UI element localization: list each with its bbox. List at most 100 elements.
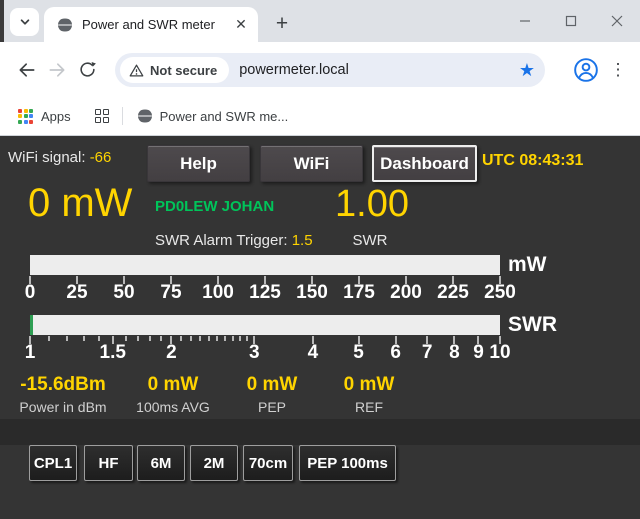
scale-label: 75: [160, 282, 181, 304]
security-chip-label: Not secure: [150, 63, 217, 78]
stat-dbm: -15.6dBm Power in dBm: [11, 374, 115, 415]
bookmark-item[interactable]: Power and SWR me...: [137, 108, 289, 124]
browser-tab[interactable]: Power and SWR meter ✕: [44, 7, 258, 42]
scale-label: 125: [249, 282, 281, 304]
help-button[interactable]: Help: [147, 145, 250, 182]
tick-mark: [137, 336, 139, 341]
swr-alarm-value: 1.5: [292, 232, 313, 249]
hf-button[interactable]: HF: [84, 445, 133, 481]
security-chip[interactable]: Not secure: [120, 57, 229, 83]
scale-label: 6: [390, 342, 401, 364]
power-labels: 0255075100125150175200225250: [30, 282, 500, 306]
tab-close-icon[interactable]: ✕: [232, 16, 250, 34]
70cm-button[interactable]: 70cm: [243, 445, 293, 481]
scale-label: 250: [484, 282, 516, 304]
wifi-signal-value: -66: [90, 149, 112, 166]
swr-alarm-label: SWR Alarm Trigger:: [155, 232, 288, 249]
stat-label: Power in dBm: [11, 399, 115, 415]
tick-mark: [125, 336, 127, 341]
2m-button[interactable]: 2M: [190, 445, 238, 481]
scale-label: 25: [66, 282, 87, 304]
swr-meter-fill: [30, 315, 33, 335]
scale-label: 10: [489, 342, 510, 364]
bookmark-title: Power and SWR me...: [160, 109, 289, 124]
power-swr-meter-page: WiFi signal: -66 Help WiFi Dashboard UTC…: [0, 136, 640, 519]
browser-toolbar: Not secure powermeter.local ★ ⋮: [0, 42, 640, 97]
tick-mark: [208, 336, 210, 341]
url-text: powermeter.local: [239, 62, 519, 78]
cpl1-button[interactable]: CPL1: [29, 445, 77, 481]
scale-label: 175: [343, 282, 375, 304]
new-tab-button[interactable]: +: [268, 10, 296, 38]
window-close-button[interactable]: [594, 0, 640, 42]
scale-label: 3: [249, 342, 260, 364]
back-arrow-icon: [17, 60, 37, 80]
power-meter-unit: mW: [508, 253, 547, 277]
globe-favicon-icon: [57, 17, 73, 33]
tab-title: Power and SWR meter: [82, 17, 232, 32]
scale-label: 4: [308, 342, 319, 364]
forward-arrow-icon: [47, 60, 67, 80]
stat-pep: 0 mW PEP: [220, 374, 324, 415]
scale-label: 7: [422, 342, 433, 364]
scale-label: 1.5: [100, 342, 126, 364]
tick-mark: [199, 336, 201, 341]
stat-label: REF: [317, 399, 421, 415]
globe-bookmark-icon: [137, 108, 153, 124]
reading-list-icon[interactable]: [95, 109, 109, 123]
tick-mark: [190, 336, 192, 341]
dashboard-button[interactable]: Dashboard: [372, 145, 477, 182]
callsign: PD0LEW JOHAN: [155, 198, 274, 215]
section-divider: [0, 419, 640, 445]
swr-labels: 11.52345678910: [30, 342, 500, 366]
apps-label[interactable]: Apps: [41, 109, 71, 124]
tick-mark: [232, 336, 234, 341]
reload-button[interactable]: [72, 55, 102, 85]
minimize-icon: [519, 15, 531, 27]
browser-menu-icon[interactable]: ⋮: [608, 56, 628, 84]
swr-meter-bar: [30, 315, 500, 335]
bookmark-star-icon[interactable]: ★: [519, 61, 535, 79]
stat-ref: 0 mW REF: [317, 374, 421, 415]
tick-mark: [216, 336, 218, 341]
browser-chrome: Power and SWR meter ✕ +: [0, 0, 640, 136]
tab-search-button[interactable]: [10, 8, 39, 36]
swr-readout-caption: SWR: [333, 232, 407, 249]
scale-label: 50: [113, 282, 134, 304]
power-readout: 0 mW: [28, 182, 132, 224]
apps-grid-icon[interactable]: [18, 109, 33, 124]
back-button[interactable]: [12, 55, 42, 85]
scale-label: 1: [25, 342, 36, 364]
chevron-down-icon: [19, 16, 31, 28]
bookmarks-bar: Apps Power and SWR me...: [0, 97, 640, 136]
tick-mark: [224, 336, 226, 341]
maximize-icon: [565, 15, 577, 27]
stat-value: -15.6dBm: [11, 374, 115, 396]
profile-avatar-icon[interactable]: [573, 57, 599, 83]
window-minimize-button[interactable]: [502, 0, 548, 42]
stat-label: 100ms AVG: [121, 399, 225, 415]
window-maximize-button[interactable]: [548, 0, 594, 42]
scale-label: 8: [449, 342, 460, 364]
power-meter-bar: [30, 255, 500, 275]
pep-100ms-button[interactable]: PEP 100ms: [299, 445, 396, 481]
stat-label: PEP: [220, 399, 324, 415]
swr-alarm: SWR Alarm Trigger: 1.5: [155, 232, 313, 249]
tick-mark: [149, 336, 151, 341]
wifi-button[interactable]: WiFi: [260, 145, 363, 182]
tick-mark: [98, 336, 100, 341]
stat-avg: 0 mW 100ms AVG: [121, 374, 225, 415]
bookmarks-separator: [122, 107, 123, 125]
stat-value: 0 mW: [220, 374, 324, 396]
6m-button[interactable]: 6M: [137, 445, 185, 481]
stat-value: 0 mW: [317, 374, 421, 396]
warning-triangle-icon: [129, 63, 144, 78]
tick-mark: [83, 336, 85, 341]
address-bar[interactable]: Not secure powermeter.local ★: [115, 53, 545, 87]
scale-label: 200: [390, 282, 422, 304]
scale-label: 0: [25, 282, 36, 304]
swr-meter-unit: SWR: [508, 313, 557, 337]
reload-icon: [78, 60, 97, 79]
tick-mark: [239, 336, 241, 341]
forward-button[interactable]: [42, 55, 72, 85]
